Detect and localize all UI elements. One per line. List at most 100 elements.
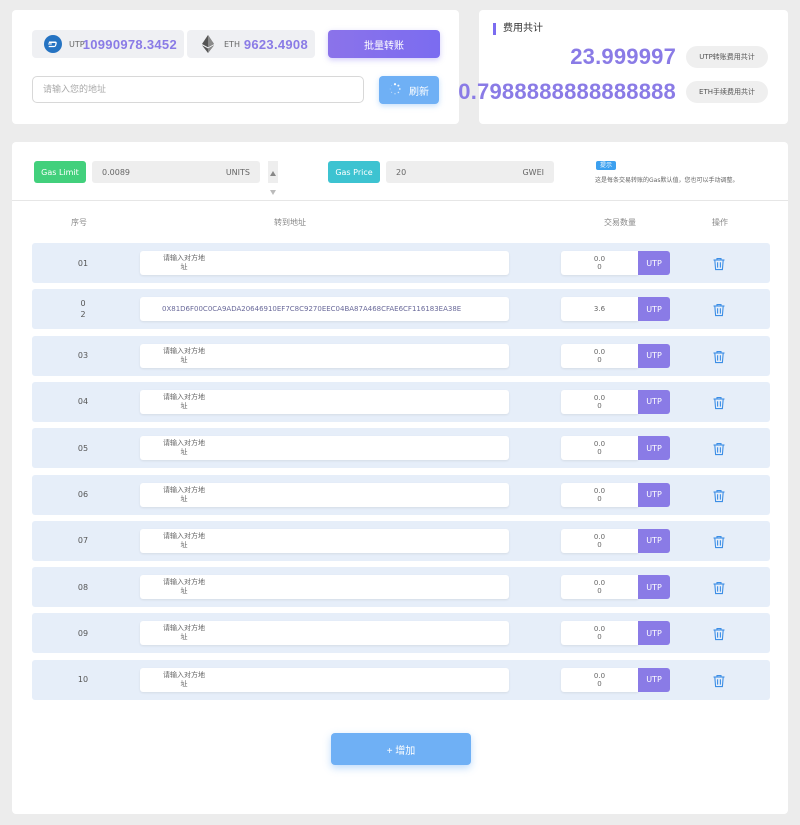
table-row: 09 请输入对方地址 0.0 0 UTP	[32, 613, 770, 654]
recipient-address-input[interactable]: 请输入对方地址	[140, 528, 509, 553]
row-index: 06	[77, 490, 89, 499]
eth-fee-label: ETH手续费用共计	[686, 81, 768, 103]
utp-fee-label: UTP转账费用共计	[686, 46, 768, 68]
column-header-address: 转到地址	[274, 218, 306, 227]
recipient-address-text: 请输入对方地址	[163, 392, 205, 410]
amount-value: 0.0 0	[593, 579, 606, 596]
column-header-action: 操作	[712, 218, 728, 227]
recipient-address-input[interactable]: 请输入对方地址	[140, 389, 509, 414]
column-header-amount: 交易数量	[604, 218, 636, 227]
gas-limit-input[interactable]: 0.0089 UNITS	[92, 161, 260, 183]
row-index: 04	[77, 397, 89, 407]
fee-summary-title: 费用共计	[493, 23, 543, 35]
gas-price-value: 20	[396, 167, 407, 177]
trash-icon[interactable]	[712, 302, 726, 317]
amount-input[interactable]: 0.0 0	[561, 575, 638, 600]
table-row: 06 请输入对方地址 0.0 0 UTP	[32, 474, 770, 515]
recipient-address-text: 0X81D6F00C0CA9ADA20646910EF7C8C9270EEC04…	[162, 305, 462, 314]
recipient-address-input[interactable]: 请输入对方地址	[140, 343, 509, 368]
gas-limit-stepper[interactable]	[268, 161, 278, 195]
amount-value: 0.0 0	[593, 671, 606, 688]
utp-amount: 10990978.3452	[82, 36, 177, 52]
transfer-table-card: Gas Limit 0.0089 UNITS Gas Price 20 GWEI…	[12, 142, 788, 814]
wallet-card: UTP 10990978.3452 ETH 9623.4908 批量转账 刷新	[12, 10, 459, 124]
trash-icon[interactable]	[712, 349, 726, 363]
amount-input[interactable]: 0.0 0	[561, 482, 638, 507]
amount-input[interactable]: 0.0 0	[561, 343, 638, 368]
unit-badge: UTP	[638, 621, 670, 646]
trash-icon[interactable]	[712, 441, 726, 456]
address-input[interactable]	[32, 76, 364, 103]
caret-down-icon[interactable]	[270, 180, 276, 199]
column-header-index: 序号	[71, 218, 87, 227]
unit-badge: UTP	[638, 343, 670, 368]
trash-icon[interactable]	[712, 395, 726, 410]
recipient-address-input[interactable]: 请输入对方地址	[140, 575, 509, 600]
recipient-address-text: 请输入对方地址	[163, 578, 205, 596]
row-index: 09	[77, 628, 89, 638]
table-row: 04 请输入对方地址 0.0 0 UTP	[32, 381, 770, 422]
hint-text: 这是每条交易转账的Gas默认值，您也可以手动调整。	[595, 177, 739, 184]
amount-input[interactable]: 0.0 0	[561, 621, 638, 646]
amount-value: 3.6	[593, 305, 606, 314]
recipient-address-text: 请输入对方地址	[163, 439, 205, 457]
recipient-address-input[interactable]: 请输入对方地址	[140, 667, 509, 692]
recipient-address-input[interactable]: 0X81D6F00C0CA9ADA20646910EF7C8C9270EEC04…	[140, 297, 509, 322]
recipient-address-input[interactable]: 请输入对方地址	[140, 482, 509, 507]
unit-badge: UTP	[638, 389, 670, 414]
amount-value: 0.0 0	[593, 532, 606, 549]
recipient-address-input[interactable]: 请输入对方地址	[140, 436, 509, 461]
recipient-address-text: 请输入对方地址	[163, 485, 205, 503]
refresh-button[interactable]: 刷新	[379, 76, 439, 104]
unit-badge: UTP	[638, 575, 670, 600]
gas-price-label: Gas Price	[328, 161, 380, 183]
recipient-address-text: 请输入对方地址	[163, 346, 205, 364]
table-row: 05 请输入对方地址 0.0 0 UTP	[32, 428, 770, 469]
add-row-button[interactable]: + 增加	[331, 733, 471, 765]
table-row: 03 请输入对方地址 0.0 0 UTP	[32, 335, 770, 376]
table-row: 07 请输入对方地址 0.0 0 UTP	[32, 520, 770, 561]
amount-input[interactable]: 3.6	[561, 297, 638, 322]
trash-icon[interactable]	[712, 488, 726, 502]
recipient-address-text: 请输入对方地址	[163, 624, 205, 642]
ethereum-icon	[198, 34, 218, 54]
fee-summary-card: 费用共计 23.999997 UTP转账费用共计 0.7988888888888…	[458, 10, 788, 124]
amount-value: 0.0 0	[593, 393, 606, 410]
gas-limit-label: Gas Limit	[34, 161, 86, 183]
table-row: 0 2 0X81D6F00C0CA9ADA20646910EF7C8C9270EE…	[32, 289, 770, 330]
unit-badge: UTP	[638, 528, 670, 553]
unit-badge: UTP	[638, 251, 670, 275]
trash-icon[interactable]	[712, 534, 726, 548]
trash-icon[interactable]	[712, 580, 726, 595]
amount-input[interactable]: 0.0 0	[561, 389, 638, 414]
gas-price-unit: GWEI	[522, 167, 544, 177]
table-row: 10 请输入对方地址 0.0 0 UTP	[32, 659, 770, 700]
gas-price-input[interactable]: 20 GWEI	[386, 161, 554, 183]
unit-badge: UTP	[638, 667, 670, 692]
table-row: 01 请输入对方地址 0.0 0 UTP	[32, 243, 770, 283]
table-row: 08 请输入对方地址 0.0 0 UTP	[32, 567, 770, 608]
recipient-address-input[interactable]: 请输入对方地址	[140, 251, 509, 275]
unit-badge: UTP	[638, 482, 670, 507]
caret-up-icon[interactable]	[270, 161, 276, 180]
row-index: 03	[77, 351, 89, 361]
utp-balance: UTP 10990978.3452	[32, 30, 184, 58]
trash-icon[interactable]	[712, 626, 726, 641]
amount-input[interactable]: 0.0 0	[561, 528, 638, 553]
amount-value: 0.0 0	[593, 440, 606, 457]
eth-fee-total: 0.7988888888888888	[458, 79, 676, 104]
amount-input[interactable]: 0.0 0	[561, 436, 638, 461]
row-index: 05	[77, 443, 89, 453]
amount-input[interactable]: 0.0 0	[561, 251, 638, 275]
trash-icon[interactable]	[712, 673, 726, 687]
row-index: 01	[77, 258, 89, 268]
amount-value: 0.0 0	[593, 347, 606, 364]
refresh-label: 刷新	[409, 86, 429, 98]
trash-icon[interactable]	[712, 256, 726, 271]
amount-input[interactable]: 0.0 0	[561, 667, 638, 692]
hint-badge: 提示	[596, 161, 617, 170]
recipient-address-input[interactable]: 请输入对方地址	[140, 621, 509, 646]
utp-fee-total: 23.999997	[570, 44, 676, 69]
row-index: 0 2	[80, 299, 86, 320]
batch-transfer-button[interactable]: 批量转账	[328, 30, 440, 58]
